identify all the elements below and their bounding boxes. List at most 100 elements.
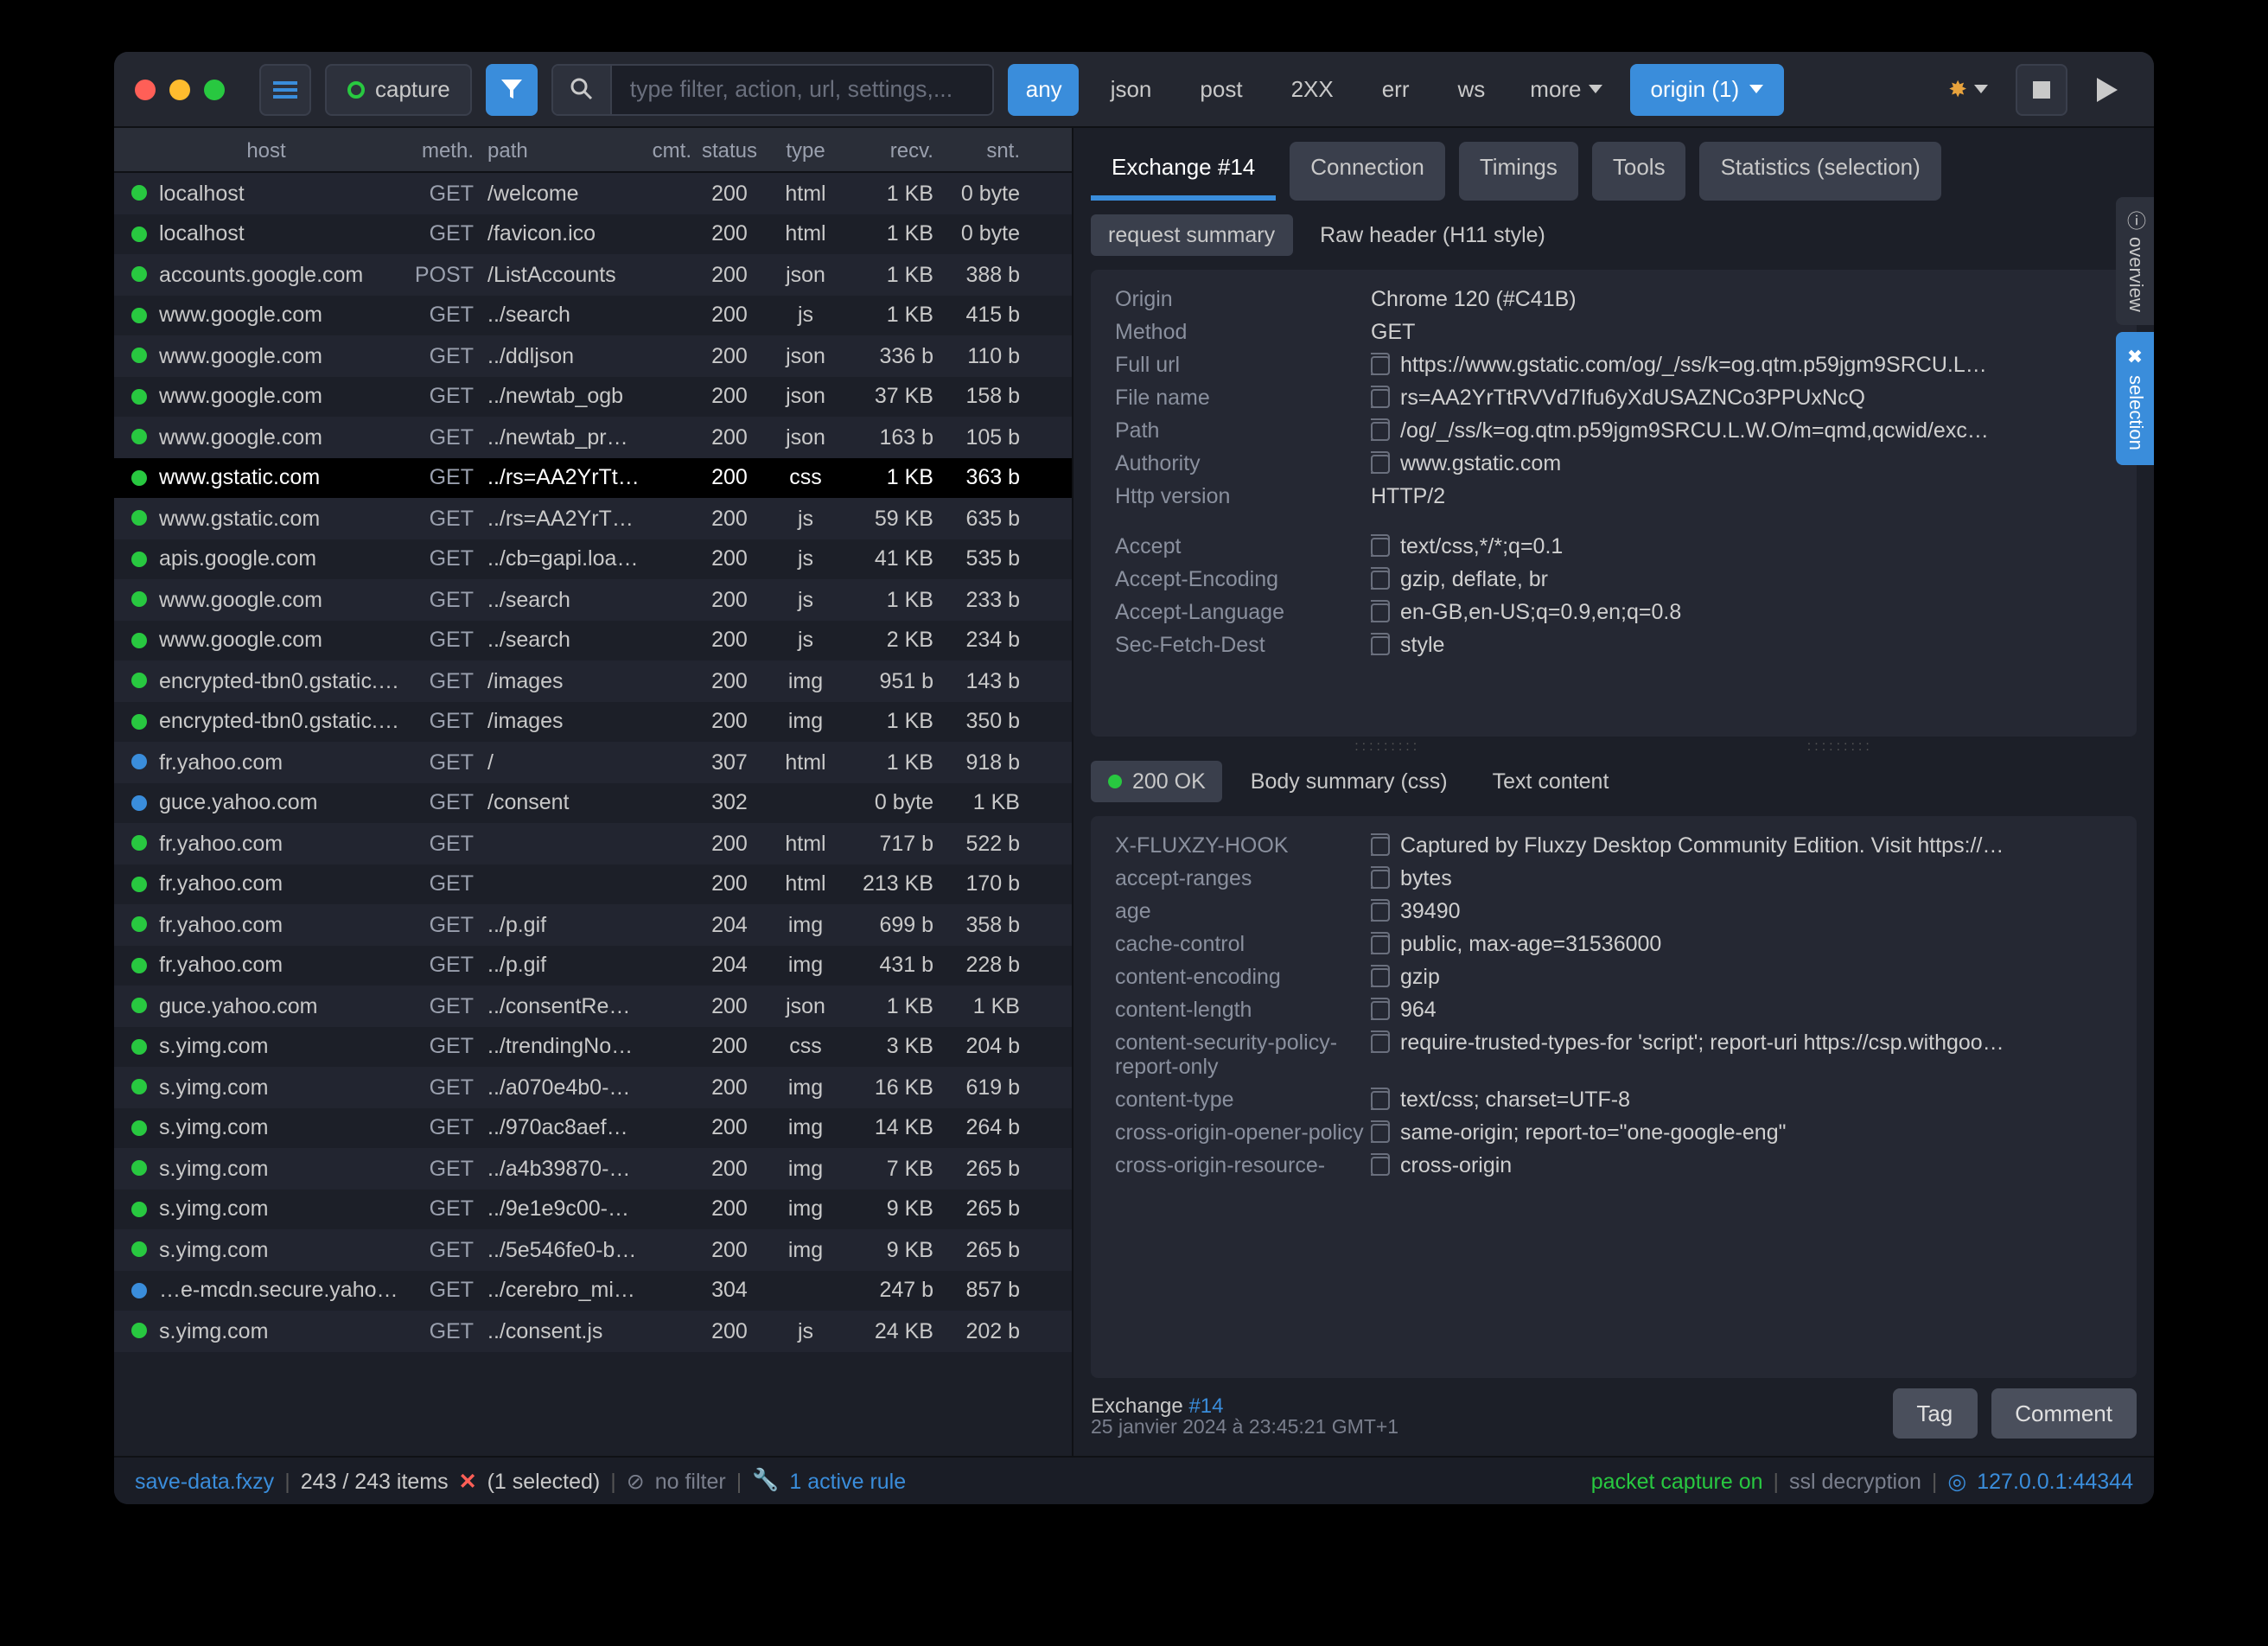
- table-row[interactable]: encrypted-tbn0.gstatic.comGET/images200i…: [114, 660, 1072, 701]
- play-button[interactable]: [2081, 63, 2133, 115]
- table-row[interactable]: fr.yahoo.comGET/307html1 KB918 b: [114, 742, 1072, 782]
- no-filter-label[interactable]: no filter: [655, 1469, 726, 1493]
- filter-toggle-button[interactable]: [487, 63, 538, 115]
- col-snt-header[interactable]: snt.: [944, 137, 1037, 162]
- close-window-icon[interactable]: [135, 79, 156, 99]
- tag-button[interactable]: Tag: [1892, 1388, 1977, 1439]
- copy-icon[interactable]: [1371, 1090, 1390, 1109]
- table-row[interactable]: encrypted-tbn0.gstatic.comGET/images200i…: [114, 701, 1072, 742]
- table-row[interactable]: s.yimg.comGET../a4b39870-bb…200img7 KB26…: [114, 1148, 1072, 1189]
- table-row[interactable]: www.google.comGET../search200js1 KB415 b: [114, 295, 1072, 335]
- subtab-raw-header[interactable]: Raw header (H11 style): [1303, 214, 1563, 256]
- filter-any[interactable]: any: [1009, 63, 1080, 115]
- table-row[interactable]: fr.yahoo.comGET200html213 KB170 b: [114, 864, 1072, 904]
- tab-timings[interactable]: Timings: [1459, 142, 1578, 201]
- search-icon[interactable]: [554, 65, 613, 113]
- table-row[interactable]: s.yimg.comGET../trendingNow.…200css3 KB2…: [114, 1026, 1072, 1067]
- copy-icon[interactable]: [1371, 421, 1390, 440]
- col-status-header[interactable]: status: [691, 137, 768, 162]
- stop-button[interactable]: [2016, 63, 2067, 115]
- copy-icon[interactable]: [1371, 635, 1390, 654]
- capture-button[interactable]: capture: [325, 63, 473, 115]
- split-handle[interactable]: ::::::::: :::::::::: [1091, 737, 2137, 754]
- subtab-status[interactable]: 200 OK: [1091, 761, 1223, 802]
- table-row[interactable]: s.yimg.comGET../5e546fe0-bb…200img9 KB26…: [114, 1229, 1072, 1270]
- active-rule-label[interactable]: 1 active rule: [789, 1469, 906, 1493]
- copy-icon[interactable]: [1371, 1033, 1390, 1052]
- copy-icon[interactable]: [1371, 537, 1390, 556]
- copy-icon[interactable]: [1371, 1123, 1390, 1142]
- filter-post[interactable]: post: [1182, 63, 1259, 115]
- copy-icon[interactable]: [1371, 869, 1390, 888]
- table-row[interactable]: fr.yahoo.comGET../p.gif204img699 b358 b: [114, 904, 1072, 945]
- col-cmt-header[interactable]: cmt.: [640, 137, 691, 162]
- file-name[interactable]: save-data.fxzy: [135, 1469, 274, 1493]
- filter-ws[interactable]: ws: [1441, 63, 1503, 115]
- copy-icon[interactable]: [1371, 836, 1390, 855]
- listen-address[interactable]: 127.0.0.1:44344: [1977, 1469, 2133, 1493]
- col-path-header[interactable]: path: [487, 137, 640, 162]
- table-row[interactable]: …e-mcdn.secure.yahoo.comGET../cerebro_mi…: [114, 1270, 1072, 1311]
- copy-icon[interactable]: [1371, 570, 1390, 589]
- col-meth-header[interactable]: meth.: [408, 137, 487, 162]
- table-row[interactable]: www.gstatic.comGET../rs=AA2YrTvL…200js59…: [114, 498, 1072, 539]
- table-row[interactable]: www.google.comGET../search200js1 KB233 b: [114, 579, 1072, 620]
- minimize-window-icon[interactable]: [169, 79, 190, 99]
- cell-recv: 14 KB: [844, 1116, 944, 1140]
- copy-icon[interactable]: [1371, 454, 1390, 473]
- table-row[interactable]: www.google.comGET../newtab_ogb200json37 …: [114, 376, 1072, 417]
- tab-exchange[interactable]: Exchange #14: [1091, 142, 1276, 201]
- bug-dropdown[interactable]: ✸: [1934, 75, 2002, 103]
- copy-icon[interactable]: [1371, 1000, 1390, 1019]
- origin-dropdown[interactable]: origin (1): [1630, 63, 1785, 115]
- subtab-text-content[interactable]: Text content: [1475, 761, 1627, 802]
- table-row[interactable]: www.google.comGET../search200js2 KB234 b: [114, 620, 1072, 660]
- table-row[interactable]: guce.yahoo.comGET../consentReco…200json1…: [114, 986, 1072, 1026]
- zoom-window-icon[interactable]: [204, 79, 225, 99]
- table-row[interactable]: localhostGET/favicon.ico200html1 KB0 byt…: [114, 214, 1072, 254]
- table-row[interactable]: fr.yahoo.comGET../p.gif204img431 b228 b: [114, 945, 1072, 986]
- table-row[interactable]: apis.google.comGET../cb=gapi.load…200js4…: [114, 539, 1072, 579]
- filter-err[interactable]: err: [1365, 63, 1427, 115]
- table-row[interactable]: accounts.google.comPOST/ListAccounts200j…: [114, 254, 1072, 295]
- tab-connection[interactable]: Connection: [1290, 142, 1445, 201]
- clear-items-icon[interactable]: ✕: [459, 1468, 477, 1494]
- copy-icon[interactable]: [1371, 1156, 1390, 1175]
- table-row[interactable]: www.gstatic.comGET../rs=AA2YrTtR…200css1…: [114, 457, 1072, 498]
- table-row[interactable]: www.google.comGET../ddljson200json336 b1…: [114, 335, 1072, 376]
- filter-2xx[interactable]: 2XX: [1274, 63, 1351, 115]
- copy-icon[interactable]: [1371, 355, 1390, 374]
- ssl-decryption-status[interactable]: ssl decryption: [1789, 1469, 1921, 1493]
- table-row[interactable]: s.yimg.comGET../consent.js200js24 KB202 …: [114, 1311, 1072, 1351]
- cell-status: 200: [691, 1116, 768, 1140]
- table-row[interactable]: guce.yahoo.comGET/consent3020 byte1 KB: [114, 782, 1072, 823]
- rail-selection[interactable]: ✖ selection: [2116, 333, 2154, 465]
- menu-button[interactable]: [259, 63, 311, 115]
- copy-icon[interactable]: [1371, 967, 1390, 986]
- subtab-request-summary[interactable]: request summary: [1091, 214, 1292, 256]
- col-type-header[interactable]: type: [768, 137, 844, 162]
- copy-icon[interactable]: [1371, 902, 1390, 921]
- tab-stats[interactable]: Statistics (selection): [1700, 142, 1941, 201]
- search-input[interactable]: [613, 65, 993, 113]
- filter-json[interactable]: json: [1093, 63, 1169, 115]
- copy-icon[interactable]: [1371, 388, 1390, 407]
- table-row[interactable]: localhostGET/welcome200html1 KB0 byte: [114, 173, 1072, 214]
- tab-tools[interactable]: Tools: [1592, 142, 1686, 201]
- table-row[interactable]: s.yimg.comGET../9e1e9c00-bb…200img9 KB26…: [114, 1189, 1072, 1229]
- table-body[interactable]: localhostGET/welcome200html1 KB0 byteloc…: [114, 173, 1072, 1456]
- cell-method: GET: [408, 832, 487, 856]
- copy-icon[interactable]: [1371, 935, 1390, 954]
- col-host-header[interactable]: host: [124, 137, 408, 162]
- comment-button[interactable]: Comment: [1991, 1388, 2137, 1439]
- table-row[interactable]: s.yimg.comGET../a070e4b0-bb…200img16 KB6…: [114, 1067, 1072, 1107]
- table-row[interactable]: www.google.comGET../newtab_pro…200json16…: [114, 417, 1072, 457]
- col-recv-header[interactable]: recv.: [844, 137, 944, 162]
- packet-capture-status[interactable]: packet capture on: [1591, 1469, 1763, 1493]
- rail-overview[interactable]: ⓘ overview: [2116, 197, 2154, 326]
- table-row[interactable]: fr.yahoo.comGET200html717 b522 b: [114, 823, 1072, 864]
- table-row[interactable]: s.yimg.comGET../970ac8aef32…200img14 KB2…: [114, 1107, 1072, 1148]
- subtab-body-summary[interactable]: Body summary (css): [1233, 761, 1465, 802]
- copy-icon[interactable]: [1371, 603, 1390, 622]
- more-filters-button[interactable]: more: [1516, 76, 1615, 102]
